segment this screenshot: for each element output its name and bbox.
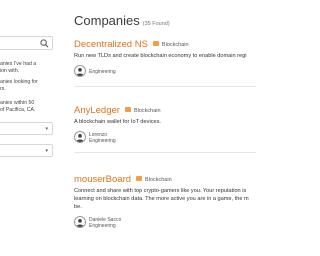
company-tag[interactable]: Blockchain xyxy=(145,177,172,183)
filter-option-nearby[interactable]: anies within 50 of Pacifica, CA. xyxy=(0,100,56,113)
avatar[interactable] xyxy=(74,216,86,228)
divider xyxy=(74,86,256,87)
contact-role: Engineering xyxy=(89,69,116,75)
user-avatar-icon xyxy=(76,219,84,227)
avatar[interactable] xyxy=(74,131,86,143)
company-description: Run new TLDs and create blockchain econo… xyxy=(74,53,247,59)
tag-icon xyxy=(152,41,159,46)
company-card: mouserBoard Blockchain Connect and share … xyxy=(74,172,256,232)
user-avatar-icon xyxy=(76,134,84,142)
user-avatar-icon xyxy=(76,68,84,76)
company-name-link[interactable]: AnyLedger xyxy=(74,105,120,116)
company-description: Connect and share with top crypto-gamers… xyxy=(74,188,249,210)
companies-list: Companies (35 Found) Decentralized NS Bloc… xyxy=(64,0,256,256)
company-description: A blockchain wallet for IoT devices. xyxy=(74,119,161,125)
search-icon[interactable] xyxy=(40,39,49,48)
filter-select-1[interactable]: ▾ xyxy=(0,122,53,135)
filter-option-looking-for[interactable]: anies looking for rs. xyxy=(0,79,56,92)
tag-icon xyxy=(136,176,143,181)
company-card: AnyLedger Blockchain A blockchain wallet … xyxy=(74,103,256,153)
avatar[interactable] xyxy=(74,65,86,77)
company-name-link[interactable]: mouserBoard xyxy=(74,174,131,185)
filter-sidebar: anies I've had a ion with. anies looking… xyxy=(0,0,56,256)
tag-icon xyxy=(124,107,131,112)
company-contact[interactable]: Lorenzo Engineering xyxy=(74,131,256,147)
page-title: Companies (35 Found) xyxy=(74,12,170,30)
company-name-link[interactable]: Decentralized NS xyxy=(74,39,148,50)
filter-option-past-interaction[interactable]: anies I've had a ion with. xyxy=(0,61,56,74)
chevron-down-icon: ▾ xyxy=(45,148,48,154)
results-count: (35 Found) xyxy=(142,21,170,27)
company-tag[interactable]: Blockchain xyxy=(162,42,189,48)
contact-role: Engineering xyxy=(89,223,116,229)
company-card: Decentralized NS Blockchain Run new TLDs … xyxy=(74,37,256,87)
search-input[interactable] xyxy=(0,36,53,50)
filter-select-2[interactable]: ▾ xyxy=(0,144,53,157)
company-contact[interactable]: Daniele Sacco Engineering xyxy=(74,216,256,232)
contact-role: Engineering xyxy=(89,138,116,144)
company-contact[interactable]: Engineering xyxy=(74,65,256,81)
divider xyxy=(74,152,256,153)
company-tag[interactable]: Blockchain xyxy=(134,108,161,114)
page-title-text: Companies xyxy=(74,13,140,28)
chevron-down-icon: ▾ xyxy=(45,126,48,132)
